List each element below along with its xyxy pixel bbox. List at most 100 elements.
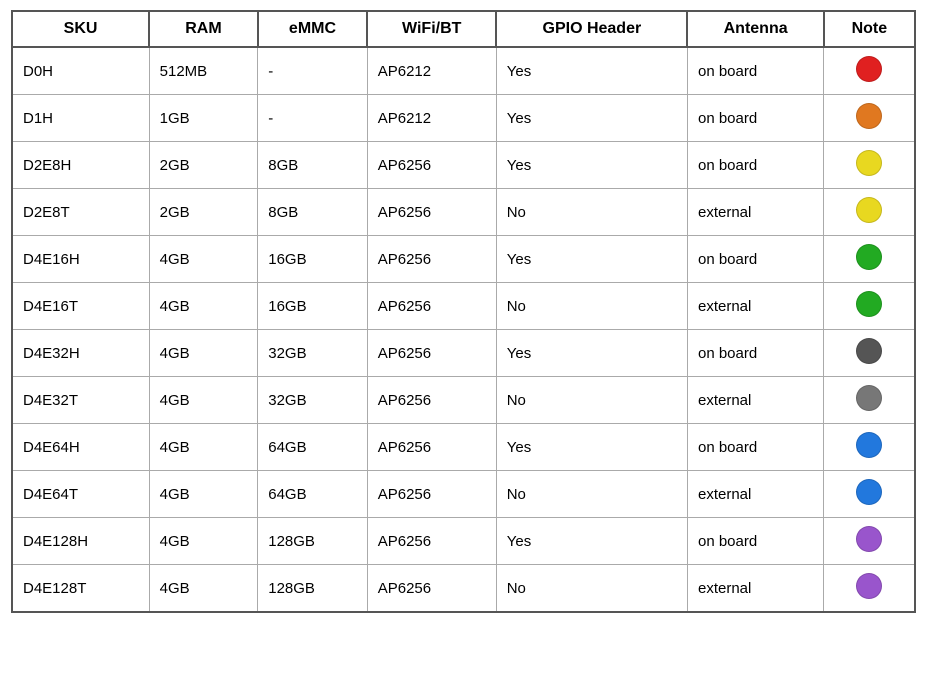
cell-emmc: -	[258, 47, 368, 95]
cell-gpio: Yes	[496, 518, 687, 565]
cell-ram: 2GB	[149, 142, 258, 189]
cell-ram: 512MB	[149, 47, 258, 95]
cell-note	[824, 95, 915, 142]
cell-wifi: AP6212	[367, 95, 496, 142]
table-row: D2E8T2GB8GBAP6256Noexternal	[12, 189, 915, 236]
col-antenna: Antenna	[687, 11, 823, 47]
cell-gpio: No	[496, 565, 687, 613]
cell-note	[824, 424, 915, 471]
color-dot	[856, 244, 882, 270]
cell-gpio: Yes	[496, 95, 687, 142]
cell-emmc: 128GB	[258, 565, 368, 613]
color-dot	[856, 573, 882, 599]
header-row: SKU RAM eMMC WiFi/BT GPIO Header Antenna…	[12, 11, 915, 47]
cell-wifi: AP6256	[367, 142, 496, 189]
cell-antenna: on board	[687, 236, 823, 283]
cell-antenna: external	[687, 377, 823, 424]
table-row: D4E32H4GB32GBAP6256Yeson board	[12, 330, 915, 377]
color-dot	[856, 291, 882, 317]
cell-sku: D4E32T	[12, 377, 149, 424]
cell-gpio: Yes	[496, 47, 687, 95]
cell-note	[824, 471, 915, 518]
cell-emmc: 32GB	[258, 330, 368, 377]
cell-sku: D4E32H	[12, 330, 149, 377]
cell-antenna: on board	[687, 47, 823, 95]
table-row: D2E8H2GB8GBAP6256Yeson board	[12, 142, 915, 189]
cell-gpio: Yes	[496, 142, 687, 189]
cell-wifi: AP6256	[367, 424, 496, 471]
col-sku: SKU	[12, 11, 149, 47]
cell-emmc: 64GB	[258, 471, 368, 518]
cell-wifi: AP6256	[367, 283, 496, 330]
cell-wifi: AP6256	[367, 518, 496, 565]
col-note: Note	[824, 11, 915, 47]
cell-sku: D4E128H	[12, 518, 149, 565]
cell-emmc: -	[258, 95, 368, 142]
cell-note	[824, 565, 915, 613]
cell-ram: 1GB	[149, 95, 258, 142]
cell-ram: 4GB	[149, 377, 258, 424]
cell-gpio: Yes	[496, 424, 687, 471]
cell-sku: D4E64H	[12, 424, 149, 471]
cell-gpio: No	[496, 283, 687, 330]
color-dot	[856, 526, 882, 552]
cell-wifi: AP6256	[367, 189, 496, 236]
cell-wifi: AP6212	[367, 47, 496, 95]
cell-wifi: AP6256	[367, 377, 496, 424]
cell-emmc: 128GB	[258, 518, 368, 565]
color-dot	[856, 56, 882, 82]
cell-note	[824, 189, 915, 236]
color-dot	[856, 432, 882, 458]
cell-sku: D1H	[12, 95, 149, 142]
color-dot	[856, 385, 882, 411]
cell-wifi: AP6256	[367, 236, 496, 283]
table-row: D4E128H4GB128GBAP6256Yeson board	[12, 518, 915, 565]
cell-ram: 4GB	[149, 236, 258, 283]
cell-ram: 4GB	[149, 283, 258, 330]
cell-note	[824, 142, 915, 189]
cell-emmc: 32GB	[258, 377, 368, 424]
cell-emmc: 8GB	[258, 189, 368, 236]
cell-antenna: on board	[687, 142, 823, 189]
cell-note	[824, 47, 915, 95]
col-gpio: GPIO Header	[496, 11, 687, 47]
cell-sku: D2E8H	[12, 142, 149, 189]
cell-note	[824, 518, 915, 565]
cell-antenna: on board	[687, 330, 823, 377]
cell-gpio: No	[496, 189, 687, 236]
cell-gpio: No	[496, 471, 687, 518]
cell-antenna: on board	[687, 95, 823, 142]
table-row: D4E16H4GB16GBAP6256Yeson board	[12, 236, 915, 283]
color-dot	[856, 103, 882, 129]
cell-gpio: No	[496, 377, 687, 424]
cell-sku: D4E16T	[12, 283, 149, 330]
cell-antenna: on board	[687, 518, 823, 565]
sku-table: SKU RAM eMMC WiFi/BT GPIO Header Antenna…	[11, 10, 916, 613]
cell-ram: 4GB	[149, 330, 258, 377]
cell-antenna: external	[687, 189, 823, 236]
cell-wifi: AP6256	[367, 565, 496, 613]
col-ram: RAM	[149, 11, 258, 47]
cell-sku: D4E64T	[12, 471, 149, 518]
cell-ram: 2GB	[149, 189, 258, 236]
cell-emmc: 16GB	[258, 236, 368, 283]
color-dot	[856, 338, 882, 364]
cell-ram: 4GB	[149, 471, 258, 518]
cell-ram: 4GB	[149, 424, 258, 471]
cell-antenna: external	[687, 565, 823, 613]
table-row: D4E16T4GB16GBAP6256Noexternal	[12, 283, 915, 330]
cell-ram: 4GB	[149, 518, 258, 565]
col-emmc: eMMC	[258, 11, 368, 47]
cell-note	[824, 330, 915, 377]
cell-antenna: external	[687, 283, 823, 330]
table-row: D0H512MB-AP6212Yeson board	[12, 47, 915, 95]
col-wifi: WiFi/BT	[367, 11, 496, 47]
cell-wifi: AP6256	[367, 330, 496, 377]
cell-sku: D2E8T	[12, 189, 149, 236]
table-row: D4E128T4GB128GBAP6256Noexternal	[12, 565, 915, 613]
color-dot	[856, 479, 882, 505]
cell-wifi: AP6256	[367, 471, 496, 518]
cell-gpio: Yes	[496, 330, 687, 377]
color-dot	[856, 197, 882, 223]
cell-ram: 4GB	[149, 565, 258, 613]
